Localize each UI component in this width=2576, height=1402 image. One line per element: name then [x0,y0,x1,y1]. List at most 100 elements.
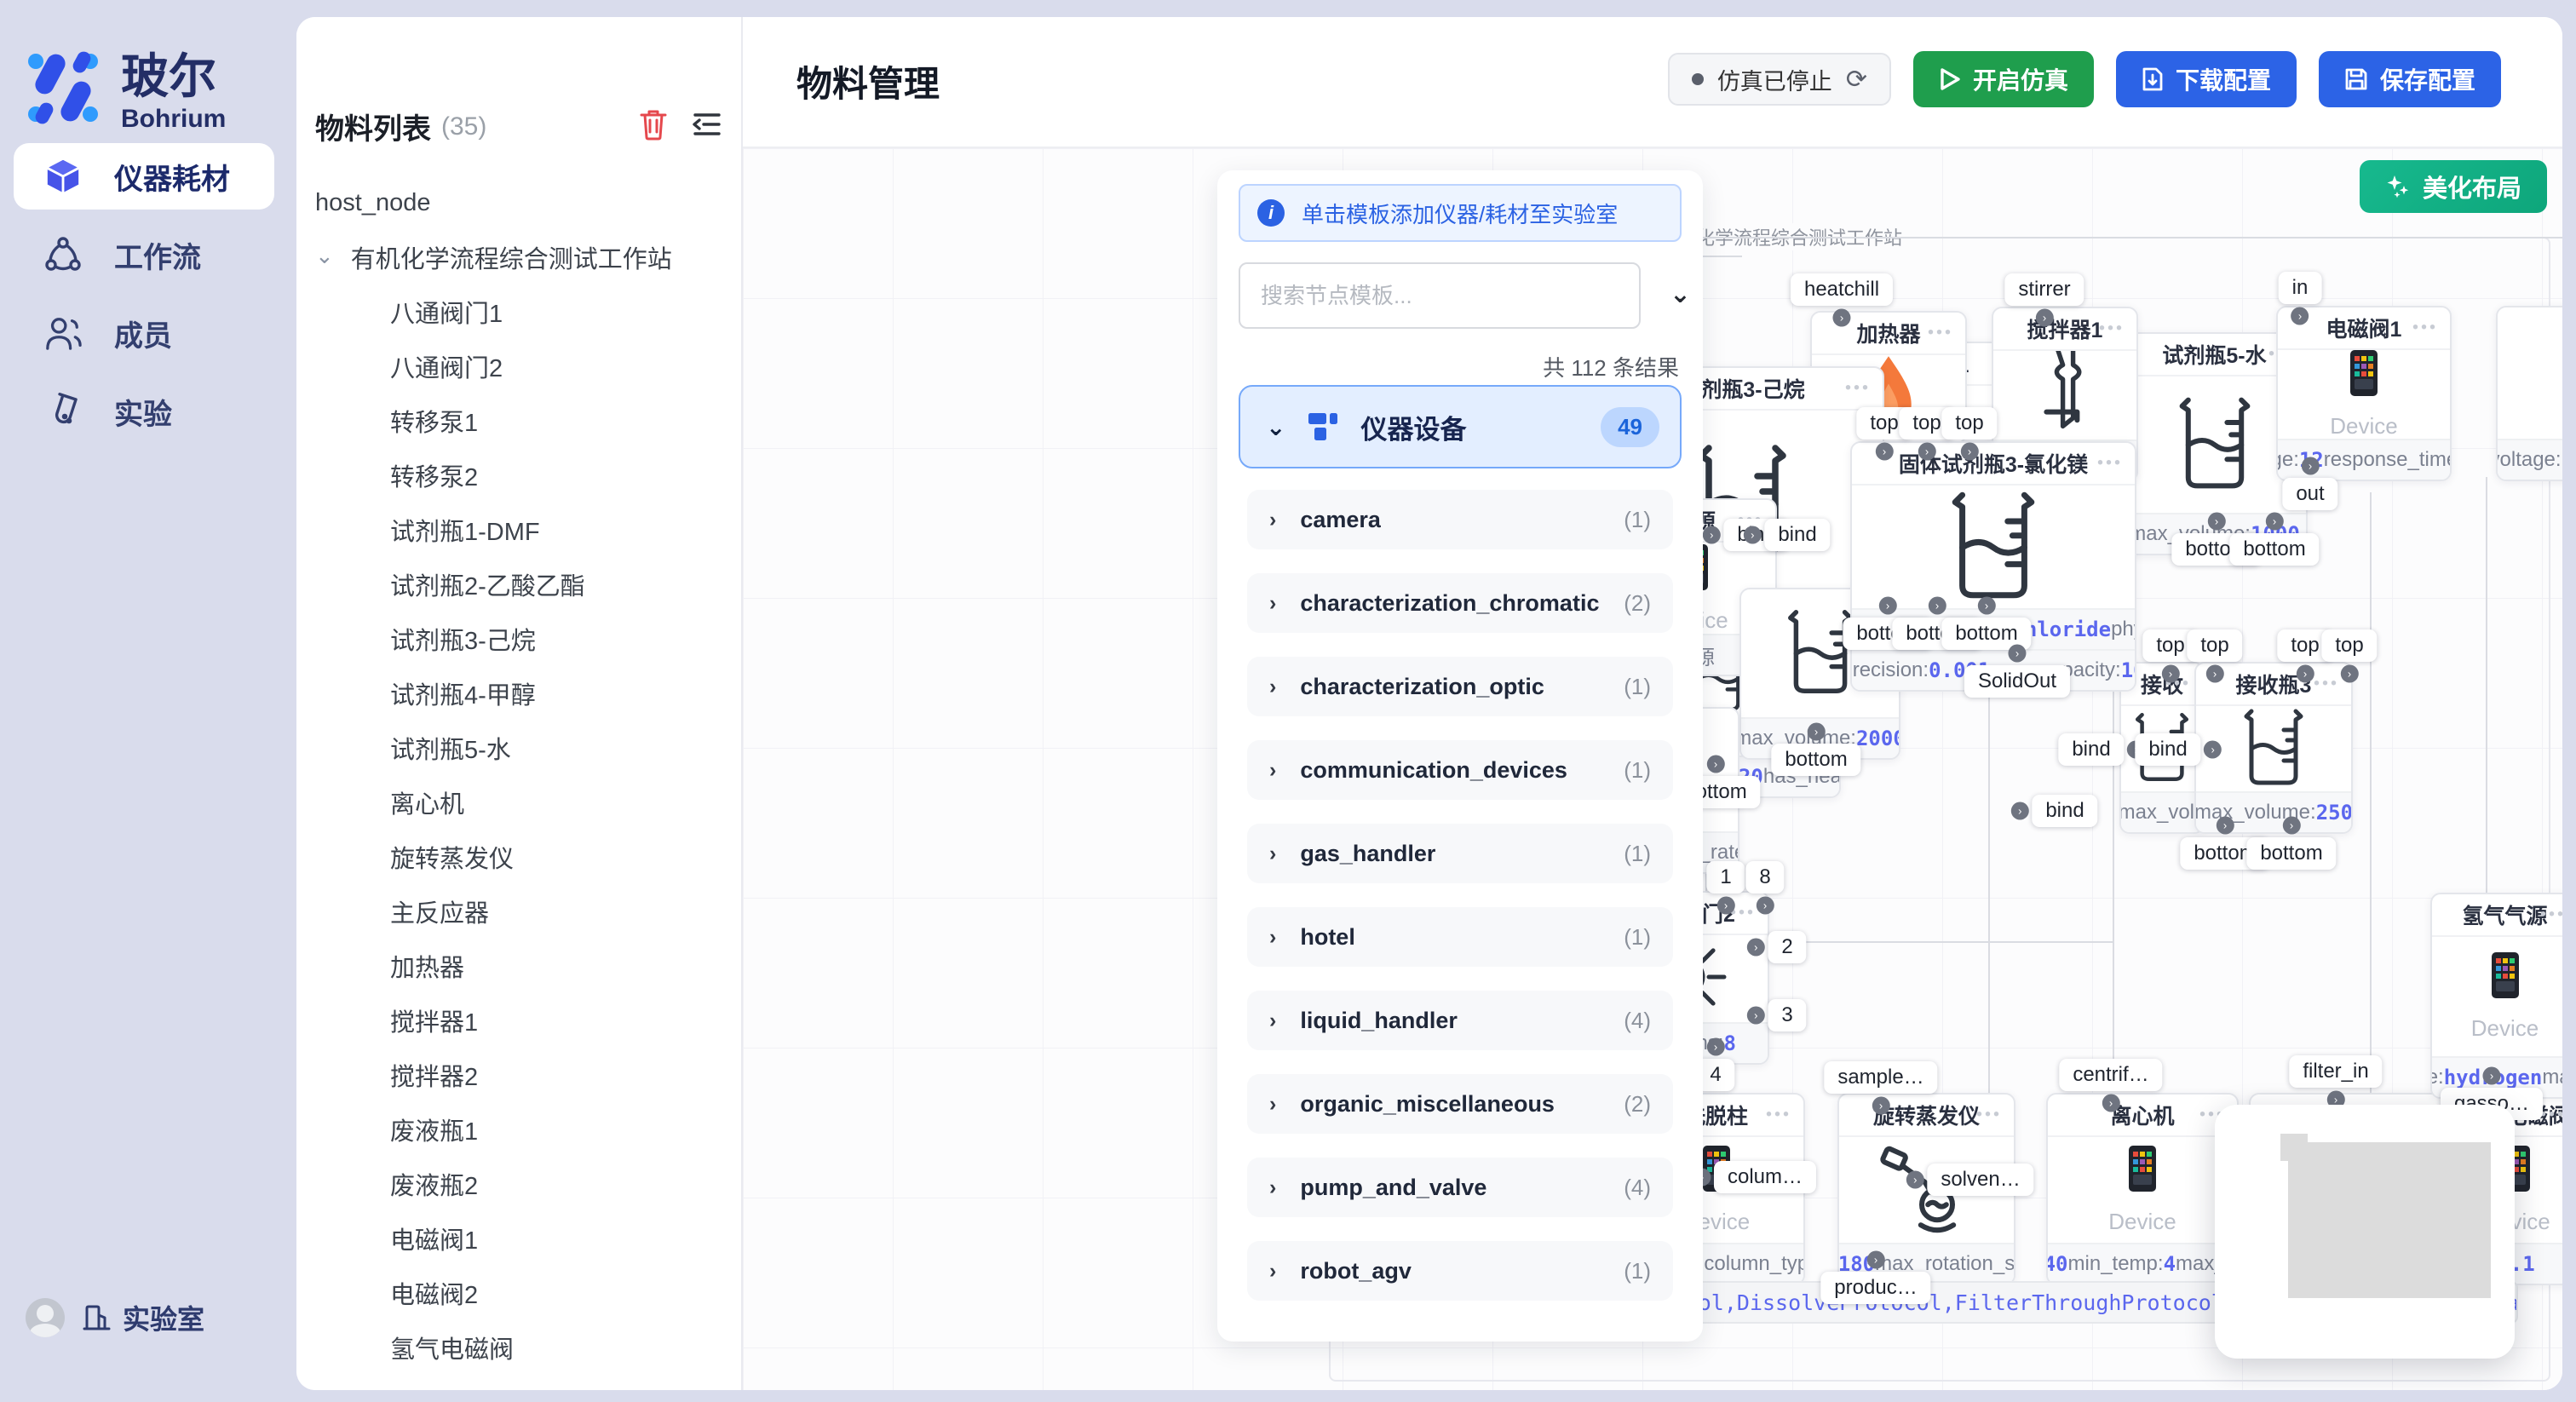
tree-item[interactable]: 废液瓶1 [390,1106,478,1153]
tree-item[interactable]: 八通阀门2 [390,342,503,390]
port-pill[interactable]: bottom › [1771,744,1860,776]
node-menu-icon[interactable]: ••• [1928,324,1953,343]
template-category-camera[interactable]: › camera (1) [1247,490,1673,549]
template-category-pump_and_valve[interactable]: › pump_and_valve (4) [1247,1158,1673,1217]
sidebar-item-members[interactable]: 成员 [14,300,274,366]
node-menu-icon[interactable]: ••• [1976,1106,2002,1125]
search-input[interactable] [1259,282,1620,310]
category-instruments[interactable]: ⌄ 仪器设备 49 [1239,385,1682,468]
port-handle-icon[interactable]: › [2102,1095,2119,1112]
port-handle-icon[interactable]: › [1866,1251,1884,1269]
port-pill[interactable]: top › [1941,407,1997,440]
node-menu-icon[interactable]: ••• [2099,319,2125,339]
port-handle-icon[interactable]: › [2035,309,2053,327]
template-category-characterization_optic[interactable]: › characterization_optic (1) [1247,657,1673,716]
canvas-node-partial[interactable]: voltage: 12 [2496,306,2562,481]
port-handle-icon[interactable]: › [1833,309,1851,327]
port-pill[interactable]: out › [2282,478,2337,510]
tree-item[interactable]: 主反应器 [390,888,489,935]
port-handle-icon[interactable]: › [1747,939,1765,957]
port-pill[interactable]: colum… › [1714,1161,1816,1193]
port-handle-icon[interactable]: › [1744,526,1762,544]
port-pill[interactable]: SolidOut › [1964,665,2070,698]
tree-item[interactable]: 八通阀门1 [390,288,503,336]
port-handle-icon[interactable]: › [2291,307,2309,325]
panel-collapse-icon[interactable]: ⌄ [1670,279,1691,309]
minimap-panel[interactable] [2215,1105,2515,1359]
port-pill[interactable]: in › [2279,272,2322,304]
port-pill[interactable]: bind › [1764,519,1830,551]
port-handle-icon[interactable]: › [2206,665,2224,683]
port-handle-icon[interactable]: › [2162,665,2180,683]
download-config-button[interactable]: 下载配置 [2116,51,2297,107]
port-pill[interactable]: 1 › [1706,861,1745,893]
port-pill[interactable]: produc… › [1820,1272,1930,1304]
tree-item[interactable]: 试剂瓶3-己烷 [390,615,536,663]
port-handle-icon[interactable]: › [1707,756,1725,773]
tree-item[interactable]: 电磁阀1 [390,1215,478,1262]
sidebar-item-workflow[interactable]: 工作流 [14,221,274,288]
port-pill[interactable]: bind › [2135,733,2200,766]
port-handle-icon[interactable]: › [2266,513,2284,531]
port-handle-icon[interactable]: › [2302,457,2320,475]
node-menu-icon[interactable]: ••• [2540,1106,2562,1125]
canvas-node-电磁阀1[interactable]: 电磁阀1 ••• Devicevoltage: 12 response_time… [2276,306,2452,481]
template-category-characterization_chromatic[interactable]: › characterization_chromatic (2) [1247,573,1673,633]
sidebar-item-cube[interactable]: 仪器耗材 [14,143,274,210]
tree-item[interactable]: 转移泵2 [390,451,478,499]
node-menu-icon[interactable]: ••• [1845,379,1871,399]
port-pill[interactable]: heatchill › [1791,273,1893,306]
tree-item[interactable]: 试剂瓶1-DMF [390,506,540,554]
node-menu-icon[interactable]: ••• [2097,454,2123,474]
port-pill[interactable]: sample… › [1824,1061,1937,1094]
tree-item[interactable]: 氢气电磁阀 [390,1324,514,1371]
port-handle-icon[interactable]: › [1918,443,1936,461]
port-pill[interactable]: 8 › [1745,861,1784,893]
tree-item[interactable]: 转移泵1 [390,397,478,445]
port-handle-icon[interactable]: › [2011,802,2029,820]
port-pill[interactable]: stirrer › [2004,273,2084,306]
canvas-node-离心机[interactable]: 离心机 ••• Devicep: 40 min_temp: 4 max_spe [2046,1093,2239,1285]
port-handle-icon[interactable]: › [1747,1007,1765,1025]
port-handle-icon[interactable]: › [1716,897,1734,915]
port-pill[interactable]: filter_in › [2289,1055,2382,1088]
tree-item[interactable]: 搅拌器1 [390,997,478,1044]
template-category-liquid_handler[interactable]: › liquid_handler (4) [1247,991,1673,1050]
tree-item[interactable]: 搅拌器2 [390,1051,478,1099]
template-category-robot_agv[interactable]: › robot_agv (1) [1247,1241,1673,1301]
port-pill[interactable]: bottom › [2229,533,2319,566]
tree-item[interactable]: 电磁阀2 [390,1269,478,1317]
port-handle-icon[interactable]: › [2204,741,2222,759]
template-category-communication_devices[interactable]: › communication_devices (1) [1247,740,1673,800]
user-avatar[interactable] [26,1298,65,1337]
port-handle-icon[interactable]: › [1879,597,1897,615]
port-pill[interactable]: bottom › [2246,837,2336,870]
port-handle-icon[interactable]: › [2341,665,2359,683]
port-pill[interactable]: 3 › [1768,999,1806,1031]
port-handle-icon[interactable]: › [1929,597,1946,615]
port-pill[interactable]: top › [2321,629,2377,662]
tree-item[interactable]: 离心机 [390,779,464,826]
tree-item[interactable]: ⌄有机化学流程综合测试工作站 [315,233,672,281]
port-handle-icon[interactable]: › [1876,443,1894,461]
port-handle-icon[interactable]: › [1706,1038,1724,1056]
port-handle-icon[interactable]: › [2009,645,2027,663]
port-handle-icon[interactable]: › [1906,1171,1924,1189]
node-menu-icon[interactable]: ••• [2540,905,2562,925]
port-pill[interactable]: 2 › [1768,931,1806,963]
canvas-node-固体试剂瓶3-氯化镁[interactable]: 固体试剂瓶3-氯化镁 ••• agent: magnesium_chloride… [1850,441,2136,692]
tree-item[interactable]: host_node [315,179,430,227]
delete-all-icon[interactable] [639,108,668,145]
tree-item[interactable]: 真空泵 [390,1378,464,1388]
port-pill[interactable]: bind › [2058,733,2124,766]
chevron-down-icon[interactable]: ⌄ [315,243,334,269]
template-category-gas_handler[interactable]: › gas_handler (1) [1247,824,1673,883]
save-config-button[interactable]: 保存配置 [2319,51,2501,107]
port-pill[interactable]: bind › [2032,795,2097,827]
lab-switcher[interactable]: 实验室 [82,1298,204,1337]
port-pill[interactable]: top › [2187,629,2242,662]
tree-item[interactable]: 试剂瓶2-乙酸乙酯 [390,560,585,608]
port-pill[interactable]: solven… › [1927,1164,2033,1196]
refresh-status-icon[interactable]: ⟳ [1846,65,1867,95]
port-handle-icon[interactable]: › [1756,897,1774,915]
